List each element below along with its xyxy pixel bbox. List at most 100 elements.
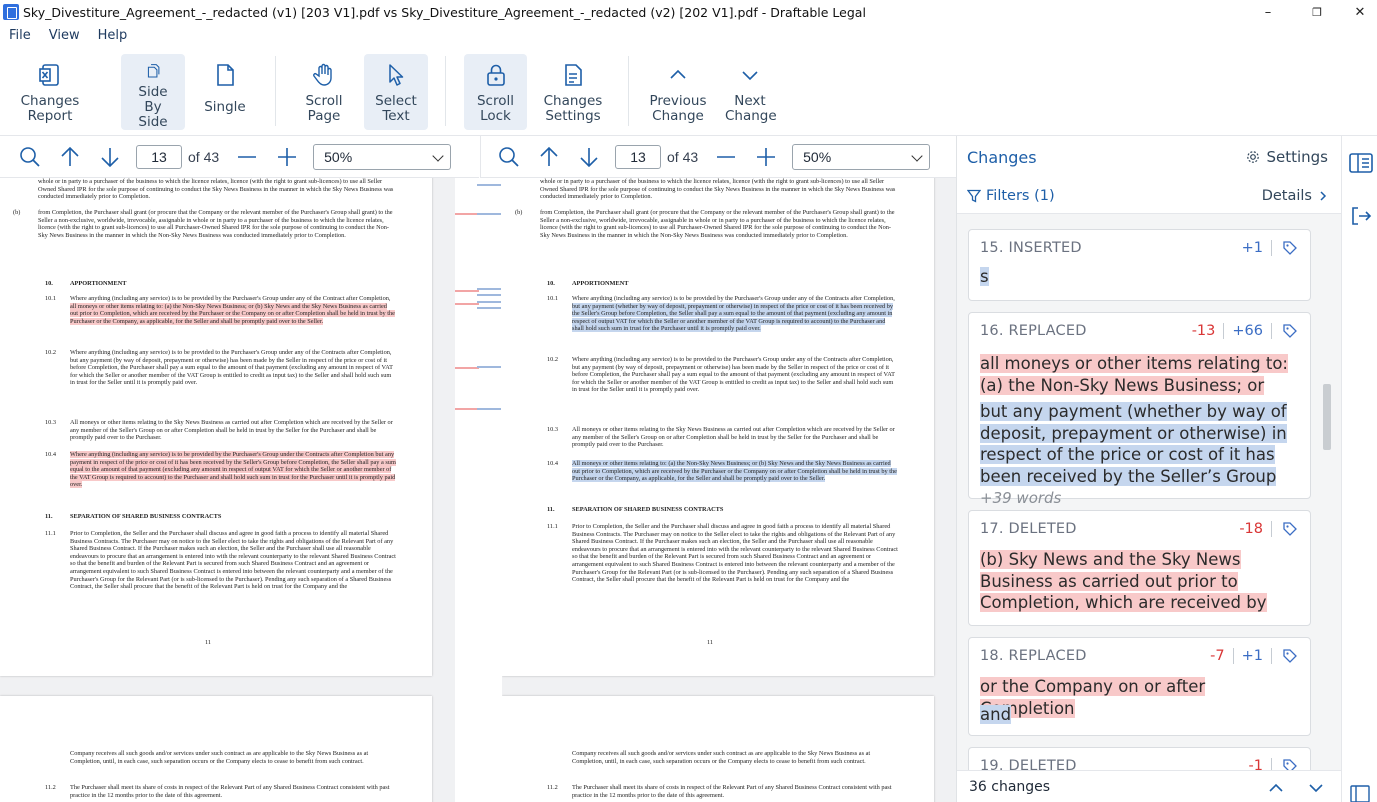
changes-header: Changes Settings bbox=[957, 136, 1342, 178]
chevron-up-icon[interactable] bbox=[1268, 782, 1284, 794]
tag-icon[interactable] bbox=[1282, 323, 1298, 339]
diff-marker[interactable] bbox=[455, 367, 479, 369]
search-icon[interactable] bbox=[495, 143, 523, 171]
page-count: of 43 bbox=[667, 148, 699, 165]
inserted-text: but any payment (whether by way of depos… bbox=[980, 402, 1287, 486]
tag-icon[interactable] bbox=[1282, 521, 1298, 537]
zoom-out-icon[interactable] bbox=[712, 143, 740, 171]
diff-gutter[interactable] bbox=[455, 178, 502, 802]
para-number: (b) bbox=[13, 209, 21, 216]
diff-marker[interactable] bbox=[477, 294, 501, 296]
scroll-page-button[interactable]: Scroll Page bbox=[294, 54, 354, 130]
diff-marker[interactable] bbox=[455, 408, 479, 410]
diff-marker[interactable] bbox=[477, 366, 501, 368]
menu-file[interactable]: File bbox=[0, 28, 40, 43]
changes-scrollbar[interactable] bbox=[1323, 384, 1331, 450]
diff-marker[interactable] bbox=[477, 301, 501, 303]
change-card[interactable]: 19. DELETED -1 bbox=[968, 747, 1311, 770]
arrow-up-icon[interactable] bbox=[535, 143, 563, 171]
right-document-viewer[interactable]: whole or in party to a purchaser of the … bbox=[502, 178, 956, 802]
scroll-lock-button[interactable]: Scroll Lock bbox=[464, 54, 527, 130]
arrow-down-icon[interactable] bbox=[575, 143, 603, 171]
single-label: Single bbox=[204, 99, 246, 115]
change-heading: 18. REPLACED bbox=[980, 648, 1087, 664]
para-text: Prior to Completion, the Seller and the … bbox=[572, 523, 898, 584]
side-by-side-button[interactable]: Side By Side bbox=[121, 54, 185, 130]
changes-settings-button[interactable]: Changes Settings bbox=[538, 54, 608, 130]
deleted-count: -1 bbox=[1248, 758, 1263, 770]
lock-icon bbox=[486, 64, 505, 86]
diff-marker[interactable] bbox=[455, 290, 479, 292]
export-icon[interactable] bbox=[1349, 204, 1373, 228]
previous-change-button[interactable]: Previous Change bbox=[646, 54, 710, 130]
diff-marker[interactable] bbox=[477, 213, 501, 215]
deleted-text[interactable]: all moneys or other items relating to: (… bbox=[70, 302, 395, 325]
zoom-out-icon[interactable] bbox=[233, 143, 261, 171]
page-number-input[interactable]: 13 bbox=[615, 144, 661, 169]
more-words[interactable]: +39 words bbox=[980, 489, 1061, 507]
diff-marker[interactable] bbox=[455, 213, 479, 215]
heading-number: 11. bbox=[547, 506, 555, 513]
para-number: 10.2 bbox=[547, 356, 559, 363]
doc-paragraph: Company receives all such goods and/or s… bbox=[572, 750, 871, 765]
single-button[interactable]: Single bbox=[194, 54, 256, 130]
diff-marker[interactable] bbox=[477, 184, 501, 186]
diff-marker[interactable] bbox=[477, 408, 501, 410]
para-text: The Purchaser shall meet its share of co… bbox=[572, 784, 892, 799]
maximize-button[interactable]: ❐ bbox=[1294, 0, 1340, 24]
close-button[interactable]: ✕ bbox=[1343, 0, 1377, 24]
zoom-select[interactable]: 50% bbox=[313, 143, 452, 170]
deleted-text[interactable]: Where anything (including any service) i… bbox=[70, 451, 396, 489]
section-heading: 11. SEPARATION OF SHARED BUSINESS CONTRAC… bbox=[45, 513, 221, 521]
divider bbox=[1271, 758, 1272, 770]
menu-help[interactable]: Help bbox=[89, 28, 137, 43]
zoom-select[interactable]: 50% bbox=[792, 143, 931, 170]
inserted-text[interactable]: but any payment (whether by way of depos… bbox=[572, 302, 894, 333]
arrow-down-icon[interactable] bbox=[96, 143, 124, 171]
para-number: 11.1 bbox=[45, 530, 56, 537]
filter-icon bbox=[967, 189, 981, 203]
settings-button[interactable]: Settings bbox=[1246, 148, 1328, 166]
arrow-up-icon[interactable] bbox=[56, 143, 84, 171]
change-card[interactable]: 15. INSERTED +1 s bbox=[968, 229, 1311, 301]
diff-marker[interactable] bbox=[455, 303, 479, 305]
zoom-in-icon[interactable] bbox=[273, 143, 301, 171]
section-heading: 10. APPORTIONMENT bbox=[45, 280, 126, 288]
tag-icon[interactable] bbox=[1282, 648, 1298, 664]
diff-marker[interactable] bbox=[477, 288, 501, 290]
change-card[interactable]: 18. REPLACED -7 +1 or the Company on or … bbox=[968, 637, 1311, 736]
search-icon[interactable] bbox=[16, 143, 44, 171]
details-button[interactable]: Details bbox=[1262, 188, 1328, 204]
tag-icon[interactable] bbox=[1282, 240, 1298, 256]
doc-paragraph: 10.2 Where anything (including any servic… bbox=[547, 356, 898, 394]
page-number-input[interactable]: 13 bbox=[136, 144, 182, 169]
divider bbox=[1232, 648, 1234, 664]
left-document-viewer[interactable]: whole or in party to a purchaser of the … bbox=[0, 178, 455, 802]
inserted-text[interactable]: All moneys or other items relating to: (… bbox=[572, 460, 897, 483]
deleted-count: -7 bbox=[1210, 648, 1225, 664]
para-number: 10.1 bbox=[45, 295, 57, 302]
tag-icon[interactable] bbox=[1282, 758, 1298, 770]
para-number: 10.4 bbox=[45, 451, 57, 458]
menu-view[interactable]: View bbox=[40, 28, 89, 43]
minimize-button[interactable]: – bbox=[1245, 0, 1291, 24]
change-card[interactable]: 16. REPLACED -13 +66 all moneys or other… bbox=[968, 312, 1311, 507]
previous-change-label: Previous Change bbox=[649, 93, 707, 124]
diff-marker[interactable] bbox=[477, 307, 501, 309]
change-counts: -7 +1 bbox=[1210, 648, 1298, 664]
filters-button[interactable]: Filters (1) bbox=[967, 188, 1055, 204]
select-text-button[interactable]: Select Text bbox=[364, 54, 428, 130]
panel-toggle-icon[interactable] bbox=[1348, 150, 1374, 176]
change-counts: -18 bbox=[1239, 521, 1298, 537]
scroll-page-label: Scroll Page bbox=[305, 93, 343, 124]
zoom-in-icon[interactable] bbox=[752, 143, 780, 171]
change-card[interactable]: 17. DELETED -18 (b) Sky News and the Sky… bbox=[968, 510, 1311, 626]
layout-icon[interactable] bbox=[1349, 784, 1371, 802]
chevron-down-icon[interactable] bbox=[1308, 782, 1324, 794]
ribbon-toolbar: Changes Report Side By Side Single Scrol… bbox=[0, 46, 1377, 136]
changes-count: 36 changes bbox=[969, 778, 1051, 795]
para-number: 11.1 bbox=[547, 523, 558, 530]
changes-report-button[interactable]: Changes Report bbox=[14, 54, 86, 130]
heading-number: 10. bbox=[547, 280, 555, 287]
next-change-button[interactable]: Next Change bbox=[718, 54, 782, 130]
